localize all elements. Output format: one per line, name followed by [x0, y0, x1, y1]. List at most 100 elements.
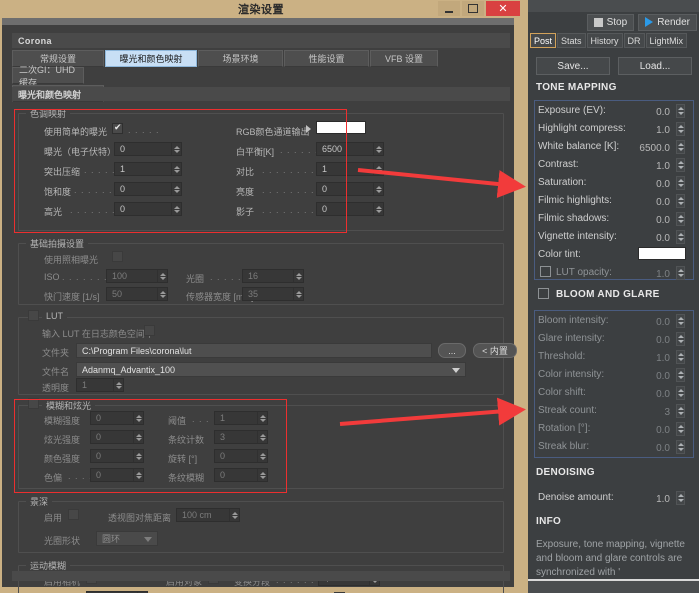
glare-intensity-spinner[interactable]	[133, 431, 143, 443]
aperture-shape-dropdown[interactable]: 圆环	[96, 531, 158, 546]
vfb-rotation-value[interactable]: 0.0	[626, 425, 670, 436]
stop-button[interactable]: Stop	[587, 14, 635, 31]
color-intensity-input[interactable]: 0	[90, 449, 144, 463]
vfb-white-balance-spinner[interactable]	[676, 140, 685, 154]
exposure-ev-input[interactable]: 0	[114, 142, 182, 156]
vfb-tab-dr[interactable]: DR	[624, 33, 645, 48]
vfb-bloom-intensity-spinner[interactable]	[676, 314, 685, 328]
color-intensity-spinner[interactable]	[133, 450, 143, 462]
sensor-width-spinner[interactable]	[293, 288, 303, 300]
contrast-spinner[interactable]	[373, 163, 383, 175]
lut-browse-button[interactable]: ...	[438, 343, 466, 358]
dof-enable-checkbox[interactable]	[68, 509, 79, 520]
shadows-input[interactable]: 0	[316, 202, 384, 216]
sensor-width-input[interactable]: 35	[242, 287, 304, 301]
vfb-lut-opacity-checkbox[interactable]	[540, 266, 551, 277]
vfb-lut-opacity-spinner[interactable]	[676, 266, 685, 280]
tab-exposure-color-mapping[interactable]: 曝光和颜色映射	[105, 50, 197, 67]
lut-opacity-input[interactable]: 1	[76, 378, 124, 392]
saturation-spinner[interactable]	[171, 183, 181, 195]
aperture-input[interactable]: 16	[242, 269, 304, 283]
save-button[interactable]: Save...	[536, 57, 610, 75]
lut-opacity-spinner[interactable]	[113, 379, 123, 391]
vfb-streak-count-spinner[interactable]	[676, 404, 685, 418]
threshold-input[interactable]: 1	[214, 411, 268, 425]
vfb-threshold-spinner[interactable]	[676, 350, 685, 364]
vfb-filmic-shadows-value[interactable]: 0.0	[626, 215, 670, 226]
streak-count-spinner[interactable]	[257, 431, 267, 443]
highlights-spinner[interactable]	[171, 203, 181, 215]
streak-count-input[interactable]: 3	[214, 430, 268, 444]
vfb-vignette-intensity-spinner[interactable]	[676, 230, 685, 244]
streak-blur-spinner[interactable]	[257, 469, 267, 481]
vfb-denoise-amount-spinner[interactable]	[676, 491, 685, 505]
rotation-input[interactable]: 0	[214, 449, 268, 463]
lut-builtin-button[interactable]: < 内置	[473, 343, 517, 358]
lut-enable-checkbox[interactable]	[28, 310, 39, 321]
vfb-glare-intensity-spinner[interactable]	[676, 332, 685, 346]
brightness-spinner[interactable]	[373, 183, 383, 195]
vfb-contrast-value[interactable]: 1.0	[626, 161, 670, 172]
vfb-filmic-shadows-spinner[interactable]	[676, 212, 685, 226]
lut-file-dropdown[interactable]: Adanmq_Advantix_100	[76, 362, 466, 377]
vfb-bloom-intensity-value[interactable]: 0.0	[626, 317, 670, 328]
tab-scene-environment[interactable]: 场景环境	[198, 50, 283, 67]
brightness-input[interactable]: 0	[316, 182, 384, 196]
vfb-highlight-compress-spinner[interactable]	[676, 122, 685, 136]
vfb-exposure-value[interactable]: 0.0	[626, 107, 670, 118]
vfb-lut-opacity-value[interactable]: 1.0	[626, 269, 670, 280]
white-balance-input[interactable]: 6500	[316, 142, 384, 156]
use-photo-exposure-checkbox[interactable]	[112, 251, 123, 262]
highlight-compress-spinner[interactable]	[171, 163, 181, 175]
color-shift-input[interactable]: 0	[90, 468, 144, 482]
vfb-color-intensity-value[interactable]: 0.0	[626, 371, 670, 382]
dof-distance-input[interactable]: 100 cm	[176, 508, 240, 522]
glare-intensity-input[interactable]: 0	[90, 430, 144, 444]
vfb-tab-lightmix[interactable]: LightMix	[646, 33, 688, 48]
window-titlebar[interactable]: 渲染设置 ✕	[0, 0, 522, 18]
threshold-spinner[interactable]	[257, 412, 267, 424]
vfb-tab-history[interactable]: History	[587, 33, 623, 48]
vfb-contrast-spinner[interactable]	[676, 158, 685, 172]
bloom-intensity-spinner[interactable]	[133, 412, 143, 424]
aperture-spinner[interactable]	[293, 270, 303, 282]
vfb-color-tint-swatch[interactable]	[638, 247, 686, 260]
highlight-compress-input[interactable]: 1	[114, 162, 182, 176]
tab-performance[interactable]: 性能设置	[284, 50, 369, 67]
vfb-filmic-highlights-value[interactable]: 0.0	[626, 197, 670, 208]
vfb-tab-stats[interactable]: Stats	[557, 33, 586, 48]
vfb-highlight-compress-value[interactable]: 1.0	[626, 125, 670, 136]
saturation-input[interactable]: 0	[114, 182, 182, 196]
close-button[interactable]: ✕	[486, 1, 520, 16]
vfb-tab-post[interactable]: Post	[530, 33, 556, 48]
corona-rollout-header[interactable]: Corona	[12, 33, 510, 48]
iso-spinner[interactable]	[157, 270, 167, 282]
minimize-button[interactable]	[438, 1, 460, 16]
vfb-threshold-value[interactable]: 1.0	[626, 353, 670, 364]
vfb-glare-intensity-value[interactable]: 0.0	[626, 335, 670, 346]
vfb-white-balance-value[interactable]: 6500.0	[620, 143, 670, 154]
dof-distance-spinner[interactable]	[229, 509, 239, 521]
vfb-color-intensity-spinner[interactable]	[676, 368, 685, 382]
tab-secondary-gi[interactable]: 二次GI：UHD缓存	[12, 67, 84, 84]
rgb-output-color-swatch[interactable]	[316, 121, 366, 134]
vfb-rotation-spinner[interactable]	[676, 422, 685, 436]
vfb-color-shift-spinner[interactable]	[676, 386, 685, 400]
render-button[interactable]: Render	[638, 14, 697, 31]
white-balance-spinner[interactable]	[373, 143, 383, 155]
vfb-saturation-value[interactable]: 0.0	[626, 179, 670, 190]
color-shift-spinner[interactable]	[133, 469, 143, 481]
shutter-speed-input[interactable]: 50	[106, 287, 168, 301]
tab-vfb-settings[interactable]: VFB 设置	[370, 50, 438, 67]
bloom-intensity-input[interactable]: 0	[90, 411, 144, 425]
vfb-streak-blur-value[interactable]: 0.0	[626, 443, 670, 454]
streak-blur-input[interactable]: 0	[214, 468, 268, 482]
vfb-exposure-spinner[interactable]	[676, 104, 685, 118]
vfb-denoise-amount-value[interactable]: 1.0	[626, 494, 670, 505]
load-button[interactable]: Load...	[618, 57, 692, 75]
bloom-glare-enable-checkbox[interactable]	[28, 398, 39, 409]
maximize-button[interactable]	[462, 1, 484, 16]
rotation-spinner[interactable]	[257, 450, 267, 462]
vfb-streak-count-value[interactable]: 3	[626, 407, 670, 418]
vfb-saturation-spinner[interactable]	[676, 176, 685, 190]
